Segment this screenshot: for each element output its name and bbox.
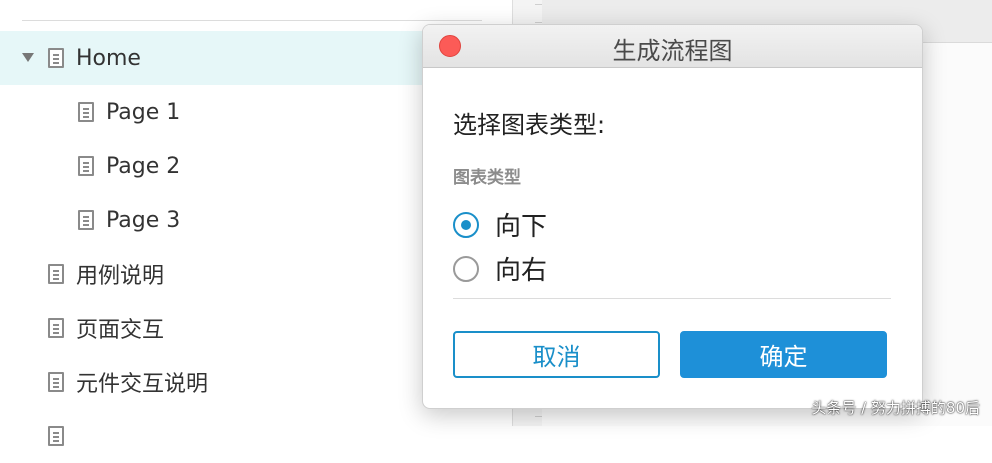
radio-button[interactable]: [453, 255, 479, 282]
generate-flowchart-dialog: 生成流程图 选择图表类型: 图表类型 向下 向右 取消 确定: [422, 24, 923, 409]
dialog-titlebar: 生成流程图: [423, 25, 922, 68]
confirm-button[interactable]: 确定: [680, 331, 887, 378]
dialog-title: 生成流程图: [612, 37, 733, 65]
page-icon: [78, 102, 94, 122]
page-icon: [48, 48, 64, 68]
dialog-prompt: 选择图表类型:: [453, 111, 606, 139]
ruler-tick: [535, 4, 542, 5]
page-icon: [78, 156, 94, 176]
page-icon: [78, 210, 94, 230]
tree-item-label: Page 2: [106, 153, 181, 179]
tree-item-partial[interactable]: [0, 409, 562, 463]
radio-label: 向下: [495, 212, 548, 242]
tree-item-label: Home: [76, 45, 141, 71]
ruler-tick: [535, 416, 542, 417]
radio-label: 向右: [495, 256, 548, 286]
divider: [22, 20, 482, 21]
radio-option-right[interactable]: 向右: [453, 250, 547, 287]
tree-item-label: Page 1: [106, 99, 181, 125]
page-icon: [48, 264, 64, 284]
cancel-button[interactable]: 取消: [453, 331, 660, 378]
page-icon: [48, 426, 64, 446]
tree-item-label: 页面交互: [76, 318, 165, 343]
radio-option-down[interactable]: 向下: [453, 206, 547, 243]
radio-button[interactable]: [453, 211, 479, 238]
tree-item-label: 用例说明: [76, 264, 165, 289]
watermark: 头条号 / 努力拼搏的80后: [811, 399, 980, 417]
chart-type-label: 图表类型: [453, 168, 521, 188]
divider: [453, 298, 891, 299]
page-icon: [48, 318, 64, 338]
caret-down-icon[interactable]: [22, 53, 34, 62]
ruler-tick: [535, 22, 542, 23]
tree-item-label: Page 3: [106, 207, 181, 233]
page-icon: [48, 372, 64, 392]
tree-item-label: 元件交互说明: [76, 372, 209, 397]
